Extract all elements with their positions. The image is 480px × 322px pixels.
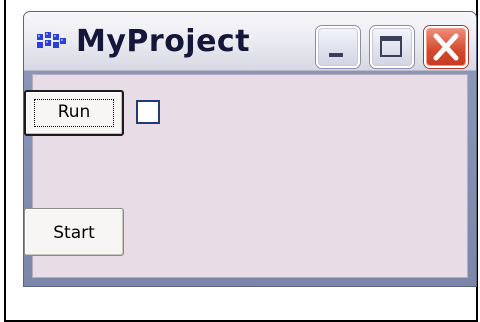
run-checkbox[interactable] [136, 100, 160, 124]
frame-left-line [4, 0, 6, 322]
maximize-icon [380, 36, 402, 57]
frame-right-line [476, 0, 478, 322]
start-button[interactable]: Start [24, 208, 124, 256]
close-button[interactable] [424, 26, 468, 68]
close-icon [433, 33, 459, 61]
minimize-button[interactable] [316, 26, 360, 68]
run-button[interactable]: Run [24, 90, 124, 136]
maximize-button[interactable] [370, 26, 414, 68]
minimize-icon [329, 53, 343, 57]
start-button-label: Start [53, 223, 95, 243]
run-button-label: Run [57, 102, 91, 122]
window-title: MyProject [76, 24, 251, 59]
app-grid-icon [37, 32, 66, 48]
title-bar[interactable]: MyProject [24, 12, 476, 71]
